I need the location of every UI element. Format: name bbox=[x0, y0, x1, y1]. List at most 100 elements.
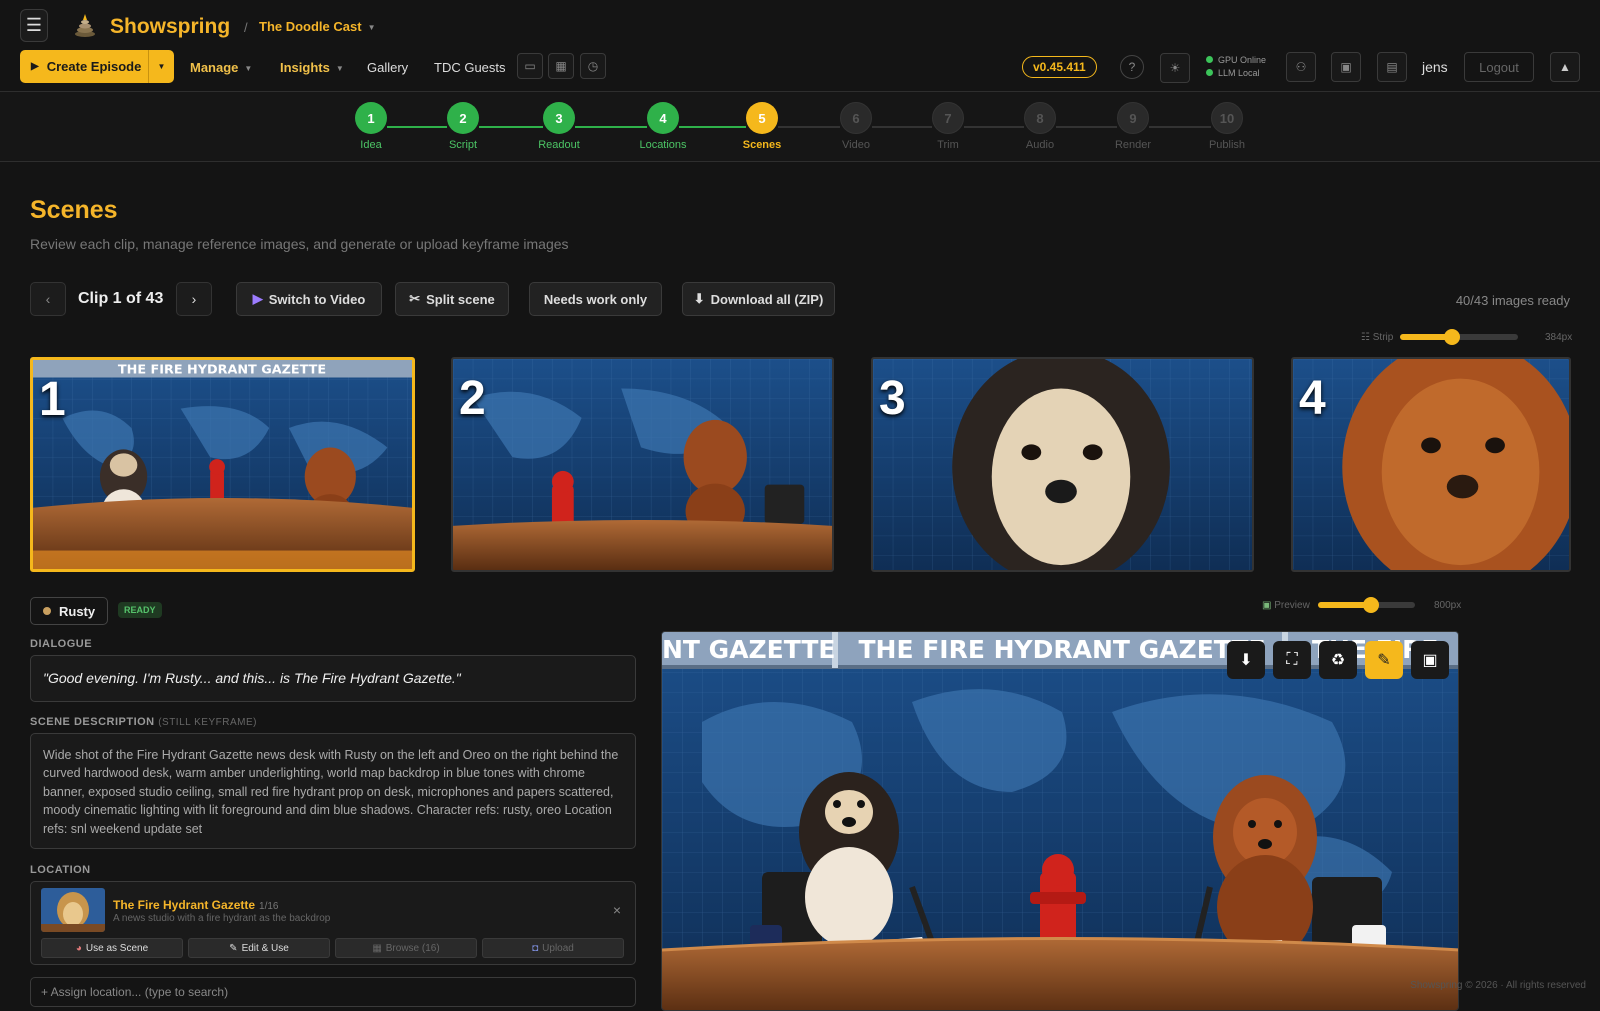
preview-size-slider[interactable] bbox=[1318, 597, 1415, 613]
clock-icon[interactable]: ◷ bbox=[580, 53, 606, 79]
step-number: 3 bbox=[543, 102, 575, 134]
step-trim[interactable]: 7 Trim bbox=[913, 102, 983, 151]
character-chip[interactable]: Rusty bbox=[30, 597, 109, 625]
next-clip-button[interactable]: › bbox=[176, 282, 212, 316]
step-locations[interactable]: 4 Locations bbox=[628, 102, 698, 151]
scene-description-field[interactable]: Wide shot of the Fire Hydrant Gazette ne… bbox=[30, 733, 636, 849]
version-badge: v0.45.411 bbox=[1022, 56, 1097, 78]
strip-size-value: 384px bbox=[1545, 332, 1573, 343]
brand-name[interactable]: Showspring bbox=[110, 15, 230, 39]
calendar-icon[interactable]: ▦ bbox=[548, 53, 574, 79]
step-label: Idea bbox=[360, 139, 382, 151]
thumbnail-image bbox=[1293, 359, 1569, 570]
step-video[interactable]: 6 Video bbox=[821, 102, 891, 151]
step-number: 6 bbox=[840, 102, 872, 134]
feedback-icon[interactable]: ▣ bbox=[1331, 52, 1361, 82]
step-label: Publish bbox=[1208, 139, 1246, 151]
play-icon: ▶ bbox=[31, 61, 39, 72]
step-label: Render bbox=[1114, 139, 1152, 151]
menu-icon[interactable]: ☰ bbox=[20, 9, 48, 42]
character-name: Rusty bbox=[59, 603, 96, 619]
location-name-label: The Fire Hydrant Gazette bbox=[113, 898, 256, 912]
use-as-scene-button[interactable]: ◕ Use as Scene bbox=[41, 938, 183, 958]
clip-thumbnail-3[interactable]: 3 bbox=[871, 357, 1254, 572]
create-dropdown-button[interactable]: ▼ bbox=[148, 50, 174, 83]
step-number: 9 bbox=[1117, 102, 1149, 134]
grid-icon: ▦ bbox=[372, 942, 382, 954]
banner-text-left: NT GAZETTE bbox=[662, 635, 836, 664]
status-dot bbox=[1206, 69, 1213, 76]
clip-thumbnail-4[interactable]: 4 bbox=[1291, 357, 1571, 572]
thumbnail-image: THE FIRE HYDRANT GAZETTE bbox=[33, 360, 412, 569]
step-readout[interactable]: 3 Readout bbox=[524, 102, 594, 151]
service-status: GPU Online LLM Local bbox=[1206, 54, 1266, 80]
chevron-down-icon: ▼ bbox=[244, 64, 253, 74]
step-publish[interactable]: 10 Publish bbox=[1192, 102, 1262, 151]
slider-knob[interactable] bbox=[1363, 597, 1380, 613]
nav-gallery[interactable]: Gallery bbox=[367, 60, 408, 75]
step-idea[interactable]: 1 Idea bbox=[336, 102, 406, 151]
thumbnail-image bbox=[453, 359, 832, 570]
split-scene-label: Split scene bbox=[426, 291, 495, 307]
prev-clip-button[interactable]: ‹ bbox=[30, 282, 66, 316]
users-icon[interactable]: ⚇ bbox=[1286, 52, 1316, 82]
step-label: Script bbox=[448, 139, 478, 151]
edit-use-button[interactable]: ✎ Edit & Use bbox=[188, 938, 330, 958]
preview-label: Preview bbox=[1274, 600, 1310, 611]
video-icon[interactable]: ▭ bbox=[517, 53, 543, 79]
location-name[interactable]: The Fire Hydrant Gazette 1/16 bbox=[113, 898, 279, 912]
footer-copyright: Showspring © 2026 · All rights reserved bbox=[1410, 980, 1586, 991]
keyframe-preview[interactable]: NT GAZETTE THE FIRE HYDRANT GAZETTE THE … bbox=[661, 631, 1459, 1011]
location-thumbnail[interactable] bbox=[41, 888, 105, 932]
strip-size-slider[interactable] bbox=[1400, 329, 1518, 345]
download-icon[interactable]: ⬇ bbox=[1227, 641, 1265, 679]
nav-tdc-guests[interactable]: TDC Guests bbox=[434, 60, 506, 75]
clip-thumbnail-2[interactable]: 2 bbox=[451, 357, 834, 572]
download-all-button[interactable]: ⬇ Download all (ZIP) bbox=[682, 282, 835, 316]
logo-icon bbox=[75, 14, 95, 37]
status-badge: READY bbox=[118, 602, 162, 618]
split-scene-button[interactable]: ✂ Split scene bbox=[395, 282, 509, 316]
fullscreen-icon[interactable]: ⛶ bbox=[1273, 641, 1311, 679]
scene-description-title: SCENE DESCRIPTION bbox=[30, 716, 155, 728]
needs-work-filter-button[interactable]: Needs work only bbox=[529, 282, 662, 316]
clip-thumbnail-1[interactable]: THE FIRE HYDRANT GAZETTE 1 bbox=[30, 357, 415, 572]
chevron-down-icon: ▼ bbox=[335, 64, 344, 74]
show-selector[interactable]: The Doodle Cast ▼ bbox=[259, 19, 376, 34]
switch-video-button[interactable]: ▶ Switch to Video bbox=[236, 282, 382, 316]
create-episode-button[interactable]: ▶ Create Episode ▼ bbox=[20, 50, 174, 83]
browse-locations-button[interactable]: ▦ Browse (16) bbox=[335, 938, 477, 958]
step-script[interactable]: 2 Script bbox=[428, 102, 498, 151]
scene-description-subtitle: (STILL KEYFRAME) bbox=[158, 717, 257, 728]
nav-insights[interactable]: Insights ▼ bbox=[280, 60, 344, 75]
upload-location-button[interactable]: ◘ Upload bbox=[482, 938, 624, 958]
step-render[interactable]: 9 Render bbox=[1098, 102, 1168, 151]
theme-toggle-icon[interactable]: ☀ bbox=[1160, 53, 1190, 83]
edit-pencil-icon[interactable]: ✎ bbox=[1365, 641, 1403, 679]
gpu-status-label: GPU Online bbox=[1218, 55, 1267, 65]
location-label: LOCATION bbox=[30, 864, 91, 876]
step-number: 5 bbox=[746, 102, 778, 134]
chat-icon[interactable]: ▤ bbox=[1377, 52, 1407, 82]
gpu-status: GPU Online bbox=[1206, 54, 1266, 67]
remove-location-icon[interactable]: × bbox=[613, 902, 621, 918]
nav-manage[interactable]: Manage ▼ bbox=[190, 60, 252, 75]
step-scenes[interactable]: 5 Scenes bbox=[727, 102, 797, 151]
assign-location-input[interactable]: + Assign location... (type to search) bbox=[30, 977, 636, 1007]
pencil-icon: ✎ bbox=[229, 942, 238, 954]
help-icon[interactable]: ? bbox=[1120, 55, 1144, 79]
download-all-label: Download all (ZIP) bbox=[710, 291, 824, 307]
breadcrumb-separator: / bbox=[244, 20, 248, 35]
dialogue-field[interactable]: "Good evening. I'm Rusty... and this... … bbox=[30, 655, 636, 702]
collapse-up-icon[interactable]: ▲ bbox=[1550, 52, 1580, 82]
download-icon: ⬇ bbox=[693, 291, 705, 306]
slider-knob[interactable] bbox=[1443, 329, 1460, 345]
clip-counter: Clip 1 of 43 bbox=[78, 290, 164, 307]
image-gallery-icon[interactable]: ▣ bbox=[1411, 641, 1449, 679]
step-audio[interactable]: 8 Audio bbox=[1005, 102, 1075, 151]
strip-size-label: ☷ Strip bbox=[1361, 332, 1393, 343]
strip-label: Strip bbox=[1372, 332, 1394, 343]
regenerate-icon[interactable]: ♻ bbox=[1319, 641, 1357, 679]
step-number: 7 bbox=[932, 102, 964, 134]
logout-button[interactable]: Logout bbox=[1464, 52, 1534, 82]
